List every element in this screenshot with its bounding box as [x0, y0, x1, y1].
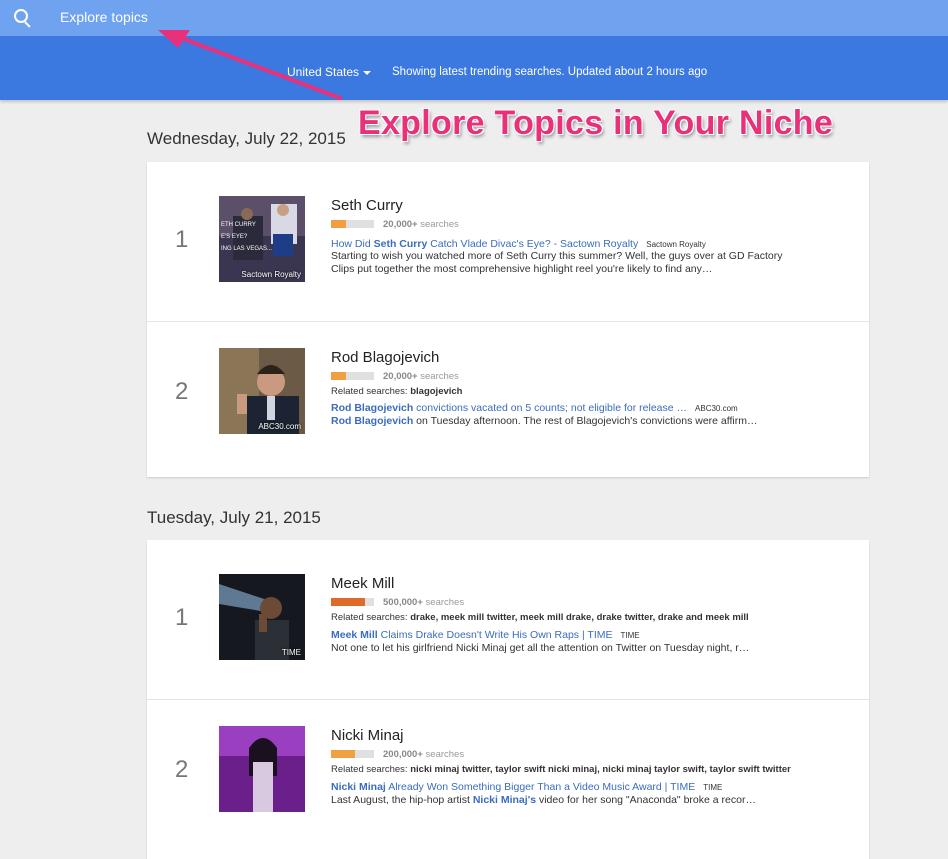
annotation-label: Explore Topics in Your Niche: [358, 104, 834, 142]
